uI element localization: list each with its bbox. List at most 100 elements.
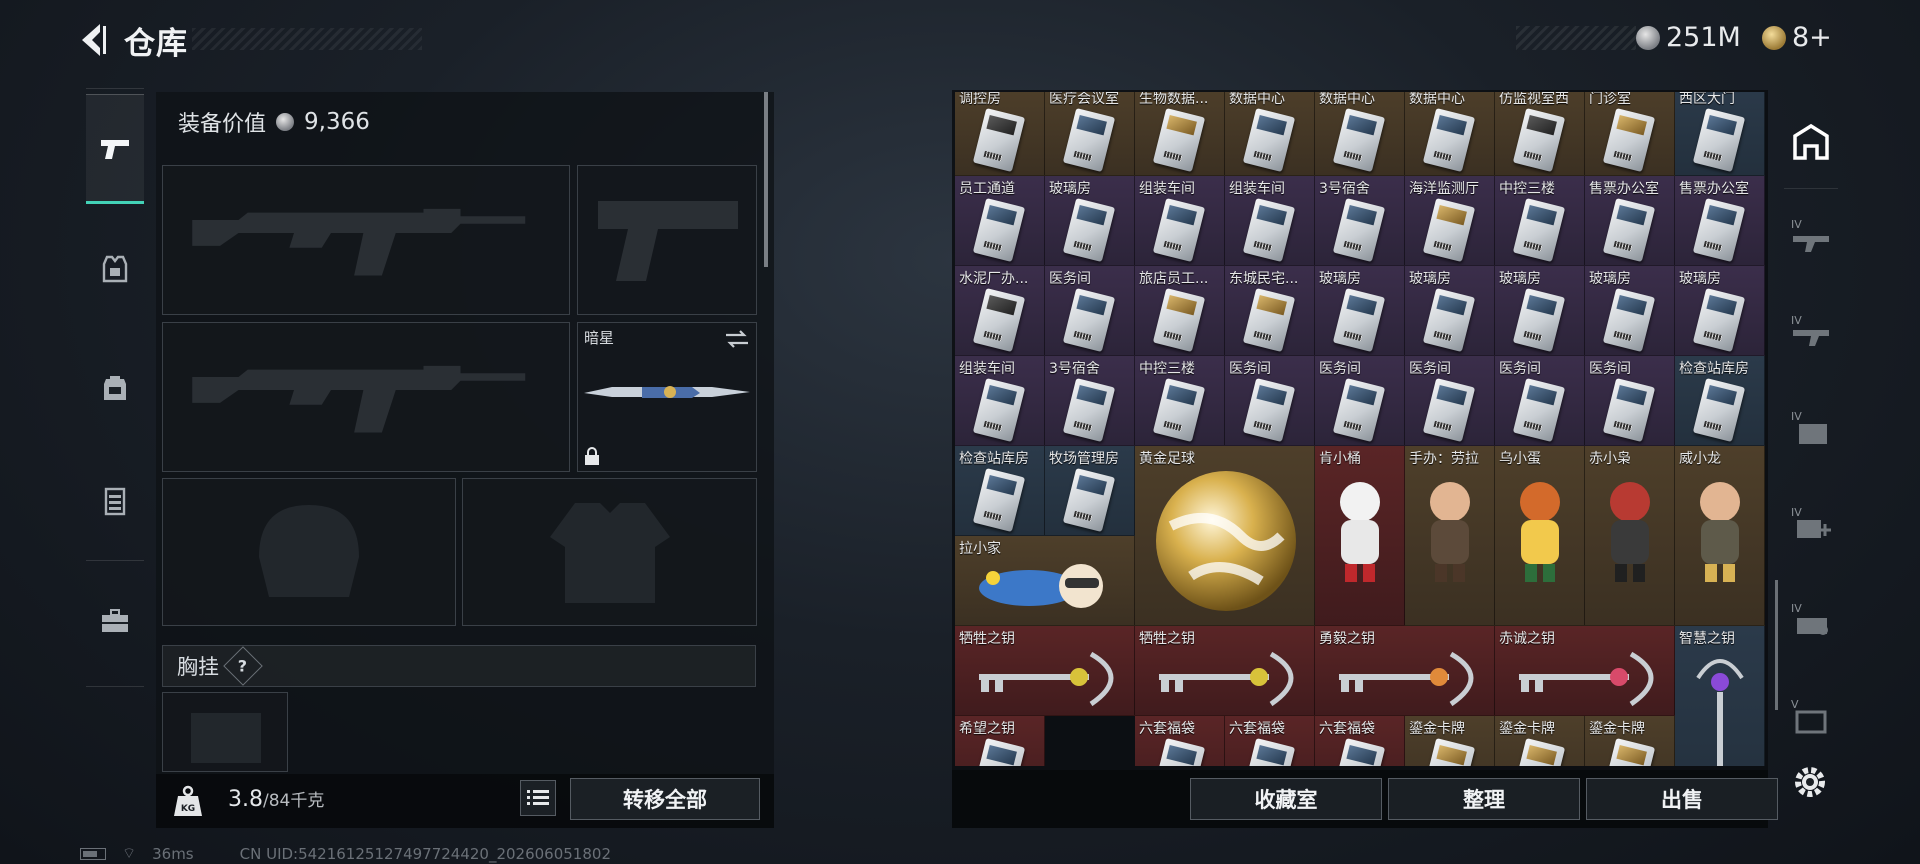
keycard-item[interactable]: 东城民宅... xyxy=(1225,266,1315,356)
keycard-item[interactable]: 玻璃房 xyxy=(1405,266,1495,356)
keycard-item[interactable]: 组装车间 xyxy=(1135,176,1225,266)
armor-slot[interactable] xyxy=(462,478,757,626)
keycard-item[interactable]: 门诊室 xyxy=(1585,92,1675,176)
figure-item[interactable]: 手办：劳拉 xyxy=(1405,446,1495,626)
keycard-item[interactable]: 医务间 xyxy=(1315,356,1405,446)
nav-tier-4-weapons-2[interactable]: IV xyxy=(1776,292,1846,372)
back-button[interactable] xyxy=(76,20,110,60)
keycard-item[interactable]: 玻璃房 xyxy=(1495,266,1585,356)
keycard-item[interactable]: 数据中心 xyxy=(1405,92,1495,176)
keycard-item[interactable]: 检查站库房 xyxy=(1675,356,1765,446)
keycard-item[interactable]: 海洋监测厅 xyxy=(1405,176,1495,266)
keycard-item[interactable]: 玻璃房 xyxy=(1045,176,1135,266)
chest-rig-slot[interactable] xyxy=(162,692,288,772)
list-view-button[interactable] xyxy=(520,780,556,816)
organize-button[interactable]: 整理 xyxy=(1388,778,1580,820)
keycard-item[interactable]: 医疗会议室 xyxy=(1045,92,1135,176)
figure-item[interactable]: 威小龙 xyxy=(1675,446,1765,626)
helmet-slot[interactable] xyxy=(162,478,456,626)
keycard-item[interactable]: 玻璃房 xyxy=(1675,266,1765,356)
sell-button[interactable]: 出售 xyxy=(1586,778,1778,820)
melee-slot[interactable]: 暗星 xyxy=(577,322,757,472)
status-line: ⌔ 36ms CN UID:542161251274977244​20_2026… xyxy=(80,844,611,863)
pistol-slot[interactable] xyxy=(577,165,757,315)
keycard-item[interactable]: 3号宿舍 xyxy=(1045,356,1135,446)
figure-item[interactable]: 赤小枭 xyxy=(1585,446,1675,626)
keycard-item[interactable]: 售票办公室 xyxy=(1585,176,1675,266)
keycard-icon xyxy=(1332,737,1386,766)
keycard-item[interactable]: 玻璃房 xyxy=(1315,266,1405,356)
nav-chest-rig[interactable] xyxy=(86,446,144,556)
helmet-silhouette-icon xyxy=(259,505,359,597)
keycard-item[interactable]: 鎏金卡牌 xyxy=(1585,716,1675,766)
keycard-icon xyxy=(1692,377,1746,443)
secondary-weapon-slot[interactable] xyxy=(162,322,570,472)
keycard-item[interactable]: 六套福袋 xyxy=(1225,716,1315,766)
gold-coin-icon xyxy=(1762,25,1786,50)
keycard-icon xyxy=(1602,107,1656,173)
nav-case[interactable] xyxy=(86,566,144,676)
golden-ball-item[interactable]: 黄金足球 xyxy=(1135,446,1315,626)
keycard-item[interactable]: 牧场管理房 xyxy=(1045,446,1135,536)
keycard-item[interactable]: 医务间 xyxy=(1495,356,1585,446)
keycard-item[interactable]: 调控房 xyxy=(955,92,1045,176)
keycard-item[interactable]: 中控三楼 xyxy=(1495,176,1585,266)
nav-tier-4-weapons[interactable]: IV xyxy=(1776,196,1846,276)
key-item[interactable]: 牺牲之钥 xyxy=(955,626,1135,716)
keycard-item[interactable]: 3号宿舍 xyxy=(1315,176,1405,266)
nav-tier-4-container[interactable]: IV xyxy=(1776,388,1846,468)
keycard-item[interactable]: 数据中心 xyxy=(1225,92,1315,176)
item-name: 牧场管理房 xyxy=(1049,451,1119,467)
equipment-scrollbar[interactable] xyxy=(764,92,768,267)
swap-icon[interactable] xyxy=(724,329,750,349)
gold-currency[interactable]: 8+ xyxy=(1762,22,1832,53)
keycard-item[interactable]: 售票办公室 xyxy=(1675,176,1765,266)
primary-weapon-slot[interactable] xyxy=(162,165,570,315)
help-icon[interactable]: ? xyxy=(223,646,263,686)
figure-item[interactable]: 拉小家 xyxy=(955,536,1135,626)
keycard-item[interactable]: 组装车间 xyxy=(1225,176,1315,266)
keycard-item[interactable]: 仿监视室西 xyxy=(1495,92,1585,176)
keycard-item[interactable]: 检查站库房 xyxy=(955,446,1045,536)
keycard-item[interactable]: 六套福袋 xyxy=(1315,716,1405,766)
collection-room-button[interactable]: 收藏室 xyxy=(1190,778,1382,820)
equipment-category-nav xyxy=(80,88,152,688)
keycard-item[interactable]: 组装车间 xyxy=(955,356,1045,446)
keycard-item[interactable]: 水泥厂办... xyxy=(955,266,1045,356)
keycard-item[interactable]: 数据中心 xyxy=(1315,92,1405,176)
nav-weapons[interactable] xyxy=(86,94,144,204)
keycard-item[interactable]: 希望之钥 xyxy=(955,716,1045,766)
item-name: 六套福袋 xyxy=(1319,721,1375,737)
transfer-all-button[interactable]: 转移全部 xyxy=(570,778,760,820)
keycard-item[interactable]: 玻璃房 xyxy=(1585,266,1675,356)
keycard-item[interactable]: 员工通道 xyxy=(955,176,1045,266)
figure-item[interactable]: 乌小蛋 xyxy=(1495,446,1585,626)
nav-stash-all[interactable] xyxy=(1776,102,1846,182)
keycard-item[interactable]: 医务间 xyxy=(1045,266,1135,356)
settings-gear-icon[interactable] xyxy=(1790,762,1830,802)
nav-tier-4-medical[interactable]: IV xyxy=(1776,484,1846,564)
keycard-item[interactable]: 六套福袋 xyxy=(1135,716,1225,766)
keycard-item[interactable]: 旅店员工... xyxy=(1135,266,1225,356)
key-item[interactable]: 勇毅之钥 xyxy=(1315,626,1495,716)
equipment-value-label: 装备价值 xyxy=(178,112,267,137)
battery-icon xyxy=(80,847,106,860)
nav-tier-5[interactable]: V xyxy=(1776,676,1846,756)
silver-currency[interactable]: 251M xyxy=(1636,22,1741,53)
keycard-icon xyxy=(1152,107,1206,173)
keycard-item[interactable]: 医务间 xyxy=(1225,356,1315,446)
keycard-item[interactable]: 生物数据... xyxy=(1135,92,1225,176)
nav-armor[interactable] xyxy=(86,214,144,324)
nav-tier-4-gear[interactable]: IV xyxy=(1776,580,1846,660)
key-item[interactable]: 智慧之钥 xyxy=(1675,626,1765,766)
key-item[interactable]: 赤诚之钥 xyxy=(1495,626,1675,716)
key-item[interactable]: 牺牲之钥 xyxy=(1135,626,1315,716)
keycard-item[interactable]: 鎏金卡牌 xyxy=(1405,716,1495,766)
keycard-item[interactable]: 鎏金卡牌 xyxy=(1495,716,1585,766)
keycard-item[interactable]: 医务间 xyxy=(1585,356,1675,446)
nav-backpack[interactable] xyxy=(86,332,144,442)
keycard-item[interactable]: 西区大门 xyxy=(1675,92,1765,176)
keycard-item[interactable]: 中控三楼 xyxy=(1135,356,1225,446)
keycard-item[interactable]: 医务间 xyxy=(1405,356,1495,446)
figure-item[interactable]: 肯小桶 xyxy=(1315,446,1405,626)
